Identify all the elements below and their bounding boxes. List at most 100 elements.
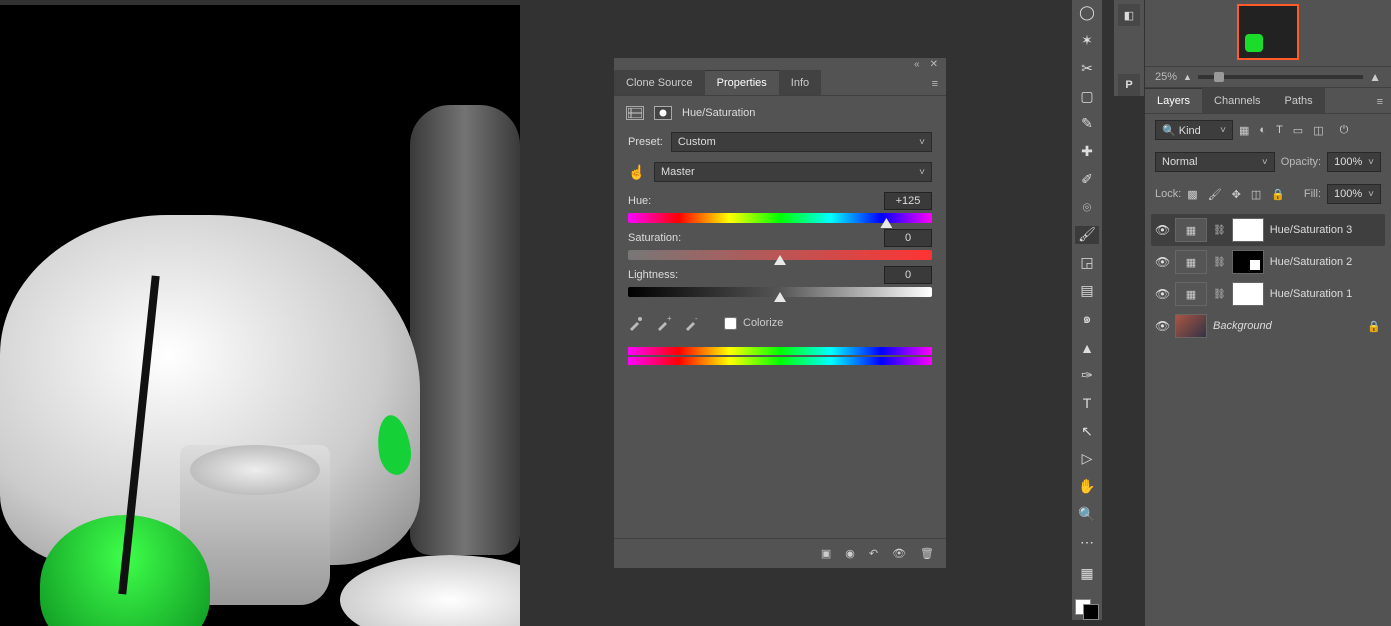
- color-panel-icon[interactable]: ◧: [1118, 4, 1140, 26]
- panel-collapse-icon[interactable]: «: [914, 59, 920, 70]
- more-tools-icon[interactable]: ⋯: [1075, 533, 1099, 551]
- blend-mode-select[interactable]: Normal˅: [1155, 152, 1275, 172]
- targeted-adjust-icon[interactable]: ☝: [628, 164, 646, 181]
- layer-name[interactable]: Hue/Saturation 1: [1270, 288, 1353, 300]
- path-select-tool-icon[interactable]: ↖: [1075, 422, 1099, 440]
- brush-tool-icon[interactable]: ✐: [1075, 170, 1099, 188]
- saturation-slider[interactable]: [628, 250, 932, 260]
- opacity-select[interactable]: 100%˅: [1327, 152, 1381, 172]
- lock-all-icon[interactable]: 🔒: [1271, 188, 1285, 201]
- layer-filter-select[interactable]: 🔍 Kind˅: [1155, 120, 1233, 140]
- link-icon[interactable]: ⛓: [1213, 289, 1226, 300]
- navigator-thumbnail[interactable]: [1237, 4, 1299, 60]
- eyedropper-add-icon[interactable]: +: [656, 315, 672, 331]
- visibility-icon[interactable]: 👁: [1155, 223, 1169, 237]
- layer-row[interactable]: 👁 ▦ ⛓ Hue/Saturation 3: [1151, 214, 1385, 246]
- type-tool-icon[interactable]: T: [1075, 395, 1099, 413]
- link-icon[interactable]: ⛓: [1213, 225, 1226, 236]
- color-swatches[interactable]: [1075, 599, 1099, 620]
- delete-adjustment-icon[interactable]: 🗑: [920, 547, 934, 560]
- layer-row[interactable]: 👁 ▦ ⛓ Hue/Saturation 2: [1151, 246, 1385, 278]
- visibility-icon[interactable]: 👁: [1155, 287, 1169, 301]
- filter-adjust-icon[interactable]: ◐: [1259, 124, 1266, 136]
- hue-range-strip[interactable]: [628, 347, 932, 365]
- paragraph-panel-icon[interactable]: P: [1118, 74, 1140, 96]
- filter-shape-icon[interactable]: ▭: [1293, 124, 1303, 137]
- lock-artboard-icon[interactable]: ◫: [1251, 188, 1261, 201]
- lock-icon[interactable]: 🔒: [1367, 320, 1381, 333]
- lasso-tool-icon[interactable]: ◯: [1075, 4, 1099, 22]
- toggle-visibility-icon[interactable]: 👁: [892, 547, 906, 560]
- document-canvas[interactable]: [0, 5, 520, 626]
- layer-name[interactable]: Hue/Saturation 3: [1270, 224, 1353, 236]
- layers-list: 👁 ▦ ⛓ Hue/Saturation 3 👁 ▦ ⛓ Hue/Saturat…: [1145, 210, 1391, 346]
- svg-text:-: -: [695, 315, 698, 323]
- direct-select-tool-icon[interactable]: ▷: [1075, 450, 1099, 468]
- history-brush-tool-icon[interactable]: 🖌: [1075, 226, 1099, 244]
- panel-close-icon[interactable]: ✕: [930, 59, 938, 70]
- clip-to-layer-icon[interactable]: ▣: [821, 547, 831, 560]
- adjustment-thumb-icon: ▦: [1175, 282, 1207, 306]
- layer-row[interactable]: 👁 Background 🔒: [1151, 310, 1385, 342]
- zoom-tool-icon[interactable]: 🔍: [1075, 505, 1099, 523]
- visibility-icon[interactable]: 👁: [1155, 255, 1169, 269]
- tab-layers[interactable]: Layers: [1145, 88, 1202, 113]
- lock-transparency-icon[interactable]: ▩: [1187, 188, 1197, 201]
- tab-paths[interactable]: Paths: [1273, 88, 1325, 113]
- panel-menu-icon[interactable]: ≡: [932, 78, 938, 90]
- lock-position-icon[interactable]: ✥: [1232, 188, 1241, 201]
- tab-channels[interactable]: Channels: [1202, 88, 1272, 113]
- eraser-tool-icon[interactable]: ◲: [1075, 254, 1099, 272]
- zoom-slider[interactable]: [1198, 75, 1363, 79]
- hand-tool-icon[interactable]: ✋: [1075, 478, 1099, 496]
- preset-select[interactable]: Custom˅: [671, 132, 932, 152]
- stamp-tool-icon[interactable]: ⌾: [1075, 198, 1099, 216]
- background-swatch[interactable]: [1083, 604, 1099, 620]
- blur-tool-icon[interactable]: ๑: [1075, 309, 1099, 329]
- fill-select[interactable]: 100%˅: [1327, 184, 1381, 204]
- layer-mask-thumb[interactable]: [1232, 250, 1264, 274]
- view-previous-icon[interactable]: ◉: [845, 547, 855, 560]
- pen-tool-icon[interactable]: ✑: [1075, 367, 1099, 385]
- crop-tool-icon[interactable]: ✂: [1075, 59, 1099, 77]
- eyedropper-icon[interactable]: [628, 315, 644, 331]
- saturation-value[interactable]: 0: [884, 229, 932, 247]
- mask-icon[interactable]: [654, 106, 672, 120]
- healing-brush-tool-icon[interactable]: ✚: [1075, 143, 1099, 161]
- link-icon[interactable]: ⛓: [1213, 257, 1226, 268]
- filter-pixel-icon[interactable]: ▦: [1239, 124, 1249, 137]
- filter-type-icon[interactable]: T: [1276, 124, 1283, 136]
- frame-tool-icon[interactable]: ▢: [1075, 87, 1099, 105]
- reset-icon[interactable]: ↶: [869, 547, 878, 560]
- layer-row[interactable]: 👁 ▦ ⛓ Hue/Saturation 1: [1151, 278, 1385, 310]
- layer-mask-thumb[interactable]: [1232, 282, 1264, 306]
- dodge-tool-icon[interactable]: ▲: [1075, 339, 1099, 357]
- zoom-out-icon[interactable]: ▲: [1183, 72, 1192, 82]
- eyedropper-subtract-icon[interactable]: -: [684, 315, 700, 331]
- tab-info[interactable]: Info: [779, 70, 821, 95]
- lightness-slider[interactable]: [628, 287, 932, 297]
- layer-mask-thumb[interactable]: [1232, 218, 1264, 242]
- hue-slider[interactable]: [628, 213, 932, 223]
- gradient-tool-icon[interactable]: ▤: [1075, 281, 1099, 299]
- right-panel-group: 25% ▲ ▲ Layers Channels Paths ≡ 🔍 Kind˅ …: [1145, 0, 1391, 626]
- hue-value[interactable]: +125: [884, 192, 932, 210]
- lock-pixels-icon[interactable]: 🖌: [1208, 188, 1222, 201]
- filter-smart-icon[interactable]: ◫: [1313, 124, 1323, 137]
- visibility-icon[interactable]: 👁: [1155, 319, 1169, 333]
- tab-clone-source[interactable]: Clone Source: [614, 70, 705, 95]
- lightness-value[interactable]: 0: [884, 266, 932, 284]
- edit-toolbar-icon[interactable]: ▦: [1075, 565, 1099, 583]
- tab-properties[interactable]: Properties: [705, 70, 779, 95]
- layer-name[interactable]: Background: [1213, 320, 1272, 332]
- zoom-value[interactable]: 25%: [1155, 71, 1177, 83]
- channel-select[interactable]: Master˅: [654, 162, 932, 182]
- layers-menu-icon[interactable]: ≡: [1377, 96, 1383, 108]
- eyedropper-tool-icon[interactable]: ✎: [1075, 115, 1099, 133]
- magic-wand-tool-icon[interactable]: ✶: [1075, 32, 1099, 50]
- background-thumb[interactable]: [1175, 314, 1207, 338]
- zoom-in-icon[interactable]: ▲: [1369, 70, 1381, 84]
- layer-name[interactable]: Hue/Saturation 2: [1270, 256, 1353, 268]
- colorize-checkbox[interactable]: Colorize: [724, 317, 783, 330]
- filter-toggle-icon[interactable]: ⏻: [1340, 124, 1349, 137]
